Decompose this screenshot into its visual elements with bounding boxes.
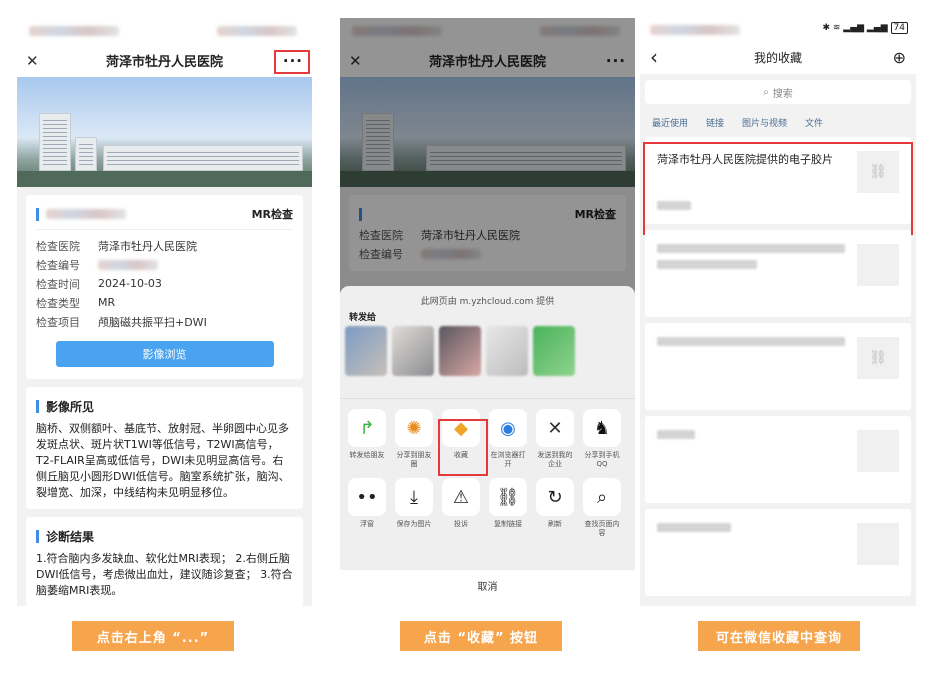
forward-to-friend-button[interactable]: ↱ 转发给朋友 — [347, 409, 387, 469]
info-row: 检查医院 菏泽市牡丹人民医院 — [36, 239, 197, 253]
contact-list — [340, 324, 635, 384]
share-actions-row-2: •• 浮窗 ⤓ 保存为图片 ⚠ 投诉 ⛓ 复制链接 ↻ 刷新 ⌕ 查找页面内容 — [340, 478, 635, 538]
findings-card: 影像所见 脑桥、双侧额叶、基底节、放射冠、半卵圆中心见多发斑点状、斑片状T1WI… — [26, 387, 303, 509]
info-row: 检查项目 颅脑磁共振平扫+DWI — [36, 315, 207, 329]
info-row: 检查类型 MR — [36, 296, 116, 310]
favorite-item[interactable]: ⛓ — [645, 323, 911, 410]
findings-text: 脑桥、双侧额叶、基底节、放射冠、半卵圆中心见多发斑点状、斑片状T1WI等低信号，… — [36, 422, 290, 499]
share-qq-button[interactable]: ♞ 分享到手机QQ — [582, 409, 622, 469]
complain-button[interactable]: ⚠ 投诉 — [441, 478, 481, 538]
search-input[interactable]: ⌕ 搜索 — [645, 80, 911, 104]
contact-avatar[interactable] — [486, 326, 528, 376]
phone-screen-2: ✕ 菏泽市牡丹人民医院 ··· MR检查 检查医院 菏泽市牡丹人民医院 检查编号 … — [340, 18, 635, 606]
findings-title: 影像所见 — [46, 399, 95, 414]
phone-screen-1: ✕ 菏泽市牡丹人民医院 ··· MR检查 检查医院 菏泽市牡丹人民医院 检查编号 … — [17, 18, 312, 606]
download-icon: ⤓ — [395, 478, 433, 516]
share-moments-button[interactable]: ✺ 分享到朋友圈 — [394, 409, 434, 469]
info-row: 检查编号 — [36, 255, 293, 274]
page-title: 我的收藏 — [753, 50, 802, 65]
favorite-item[interactable] — [645, 230, 911, 317]
status-bar — [17, 18, 312, 44]
save-image-button[interactable]: ⤓ 保存为图片 — [394, 478, 434, 538]
step-caption-2: 点击 “收藏” 按钮 — [400, 621, 562, 651]
float-icon: •• — [348, 478, 386, 516]
filter-tabs: 最近使用 链接 图片与视频 文件 — [640, 104, 916, 137]
contact-avatar[interactable] — [392, 326, 434, 376]
exam-type-label: MR检查 — [251, 208, 293, 221]
status-bar: ✱ ≋ ▂▄▆ ▂▄▆ 74 — [640, 18, 916, 40]
find-in-page-button[interactable]: ⌕ 查找页面内容 — [582, 478, 622, 538]
refresh-button[interactable]: ↻ 刷新 — [535, 478, 575, 538]
add-icon[interactable]: ⊕ — [893, 48, 906, 67]
copy-link-button[interactable]: ⛓ 复制链接 — [488, 478, 528, 538]
contact-avatar[interactable] — [533, 326, 575, 376]
diagnosis-title: 诊断结果 — [46, 529, 95, 544]
nav-bar: ‹ 我的收藏 ⊕ — [640, 40, 916, 74]
contact-avatar[interactable] — [345, 326, 387, 376]
source-text: 此网页由 m.yzhcloud.com 提供 — [420, 297, 555, 307]
highlight-box — [274, 50, 310, 74]
thumbnail — [857, 523, 899, 565]
thumbnail — [857, 244, 899, 286]
highlight-box — [438, 419, 488, 476]
contact-avatar[interactable] — [439, 326, 481, 376]
refresh-icon: ↻ — [536, 478, 574, 516]
image-browse-button[interactable]: 影像浏览 — [55, 341, 274, 367]
link-icon: ⛓ — [857, 337, 899, 379]
diagnosis-card: 诊断结果 1.符合脑内多发缺血、软化灶MRI表现； 2.右侧丘脑DWI低信号，考… — [26, 517, 303, 606]
float-window-button[interactable]: •• 浮窗 — [347, 478, 387, 538]
diagnosis-text: 1.符合脑内多发缺血、软化灶MRI表现； 2.右侧丘脑DWI低信号，考虑微出血灶… — [36, 552, 293, 597]
step-caption-1: 点击右上角 “...” — [72, 621, 234, 651]
exam-info-card: MR检查 检查医院 菏泽市牡丹人民医院 检查编号 检查时间 2024-10-03 检… — [26, 195, 303, 379]
info-row: 检查时间 2024-10-03 — [36, 277, 162, 291]
tab-media[interactable]: 图片与视频 — [742, 116, 787, 129]
highlight-box — [643, 142, 913, 235]
tab-files[interactable]: 文件 — [805, 116, 823, 129]
overlay-dim[interactable] — [340, 18, 635, 300]
page-title: 菏泽市牡丹人民医院 — [105, 55, 223, 70]
qq-icon: ♞ — [583, 409, 621, 447]
tab-links[interactable]: 链接 — [706, 116, 724, 129]
hospital-banner-image — [17, 77, 312, 187]
link-icon: ⛓ — [489, 478, 527, 516]
enterprise-icon: ✕ — [536, 409, 574, 447]
find-icon: ⌕ — [583, 478, 621, 516]
forward-icon: ↱ — [348, 409, 386, 447]
step-caption-3: 可在微信收藏中查询 — [698, 621, 860, 651]
phone-screen-3: ✱ ≋ ▂▄▆ ▂▄▆ 74 ‹ 我的收藏 ⊕ ⌕ 搜索 最近使用 链接 图片与… — [640, 18, 916, 606]
forward-label: 转发给 — [349, 313, 377, 323]
cancel-button[interactable]: 取消 — [340, 570, 635, 606]
browser-icon: ◉ — [489, 409, 527, 447]
battery-level: 74 — [890, 22, 908, 34]
open-in-browser-button[interactable]: ◉ 在浏览器打开 — [488, 409, 528, 469]
warning-icon: ⚠ — [442, 478, 480, 516]
moments-icon: ✺ — [395, 409, 433, 447]
nav-bar: ✕ 菏泽市牡丹人民医院 ··· — [17, 44, 312, 77]
favorite-item[interactable] — [645, 416, 911, 503]
favorite-item[interactable] — [645, 509, 911, 596]
send-to-enterprise-button[interactable]: ✕ 发送到我的企业 — [535, 409, 575, 469]
tab-recent[interactable]: 最近使用 — [652, 116, 688, 129]
thumbnail — [857, 430, 899, 472]
search-icon: ⌕ — [763, 86, 769, 98]
